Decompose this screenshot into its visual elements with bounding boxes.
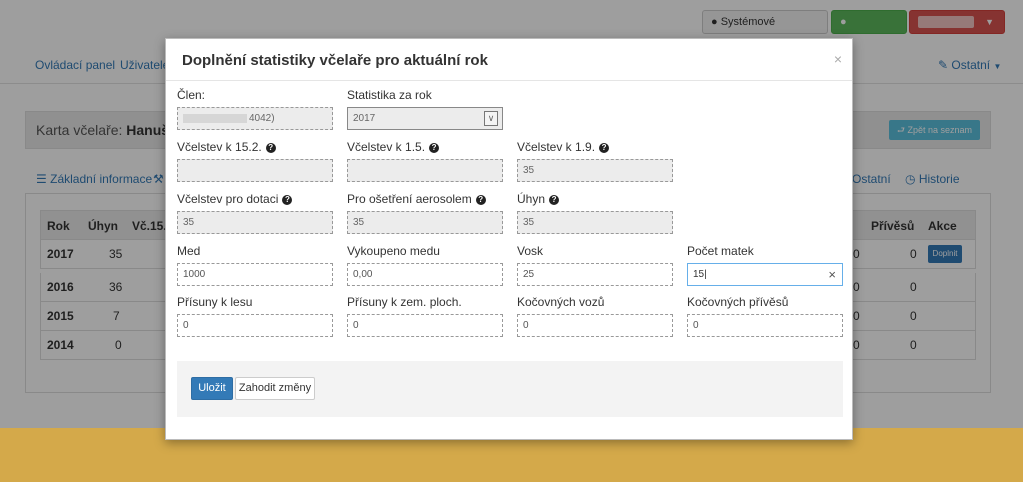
- label-vcelstev-1-5: Včelstev k 1.5.?: [347, 140, 440, 154]
- vozu-input[interactable]: 0: [517, 314, 673, 337]
- pocet-matek-input[interactable]: 15| ×: [687, 263, 843, 286]
- label-text: Včelstev k 1.9.: [517, 140, 596, 154]
- save-button[interactable]: Uložit: [191, 377, 233, 400]
- label-clen: Člen:: [177, 88, 206, 102]
- statistics-modal: Doplnění statistiky včelaře pro aktuální…: [165, 38, 853, 440]
- help-icon[interactable]: ?: [549, 194, 560, 205]
- label-zem: Přísuny k zem. ploch.: [347, 295, 462, 309]
- help-icon[interactable]: ?: [282, 194, 293, 205]
- lesu-input[interactable]: 0: [177, 314, 333, 337]
- aerosol-field: 35: [347, 211, 503, 234]
- label-dotace: Včelstev pro dotaci?: [177, 192, 293, 206]
- med-input[interactable]: 1000: [177, 263, 333, 286]
- chevron-down-icon: ∨: [484, 111, 498, 126]
- modal-title: Doplnění statistiky včelaře pro aktuální…: [182, 52, 488, 69]
- vykoupeno-input[interactable]: 0,00: [347, 263, 503, 286]
- label-vosk: Vosk: [517, 244, 544, 258]
- label-text: Včelstev pro dotaci: [177, 192, 279, 206]
- label-text: Včelstev k 15.2.: [177, 140, 262, 154]
- privesu-input[interactable]: 0: [687, 314, 843, 337]
- member-name-redacted: [183, 113, 247, 123]
- label-privesu: Kočovných přívěsů: [687, 295, 789, 309]
- clen-value: 4042): [249, 113, 275, 124]
- clear-icon[interactable]: ×: [828, 264, 836, 285]
- label-vykoupeno: Vykoupeno medu: [347, 244, 440, 258]
- label-vcelstev-15-2: Včelstev k 15.2.?: [177, 140, 276, 154]
- clen-field: 4042): [177, 107, 333, 130]
- year-select[interactable]: 2017 ∨: [347, 107, 503, 130]
- label-uhyn: Úhyn?: [517, 192, 560, 206]
- label-text: Pro ošetření aerosolem: [347, 192, 472, 206]
- label-aerosol: Pro ošetření aerosolem?: [347, 192, 486, 206]
- modal-header: Doplnění statistiky včelaře pro aktuální…: [166, 39, 852, 81]
- label-statistika: Statistika za rok: [347, 88, 432, 102]
- vcelstev-1-9-field: 35: [517, 159, 673, 182]
- vcelstev-1-5-field: [347, 159, 503, 182]
- help-icon[interactable]: ?: [475, 194, 486, 205]
- vcelstev-15-2-field: [177, 159, 333, 182]
- uhyn-field: 35: [517, 211, 673, 234]
- dotace-field: 35: [177, 211, 333, 234]
- pocet-matek-value: 15: [693, 269, 705, 280]
- help-icon[interactable]: ?: [429, 142, 440, 153]
- label-lesu: Přísuny k lesu: [177, 295, 253, 309]
- year-select-value: 2017: [353, 113, 376, 124]
- help-icon[interactable]: ?: [265, 142, 276, 153]
- zem-input[interactable]: 0: [347, 314, 503, 337]
- modal-footer: Uložit Zahodit změny: [177, 361, 843, 417]
- label-text: Úhyn: [517, 192, 546, 206]
- label-vcelstev-1-9: Včelstev k 1.9.?: [517, 140, 610, 154]
- label-pocet-matek: Počet matek: [687, 244, 754, 258]
- close-icon[interactable]: ×: [834, 51, 842, 67]
- label-vozu: Kočovných vozů: [517, 295, 605, 309]
- discard-changes-button[interactable]: Zahodit změny: [235, 377, 315, 400]
- help-icon[interactable]: ?: [599, 142, 610, 153]
- vosk-input[interactable]: 25: [517, 263, 673, 286]
- label-med: Med: [177, 244, 201, 258]
- label-text: Včelstev k 1.5.: [347, 140, 426, 154]
